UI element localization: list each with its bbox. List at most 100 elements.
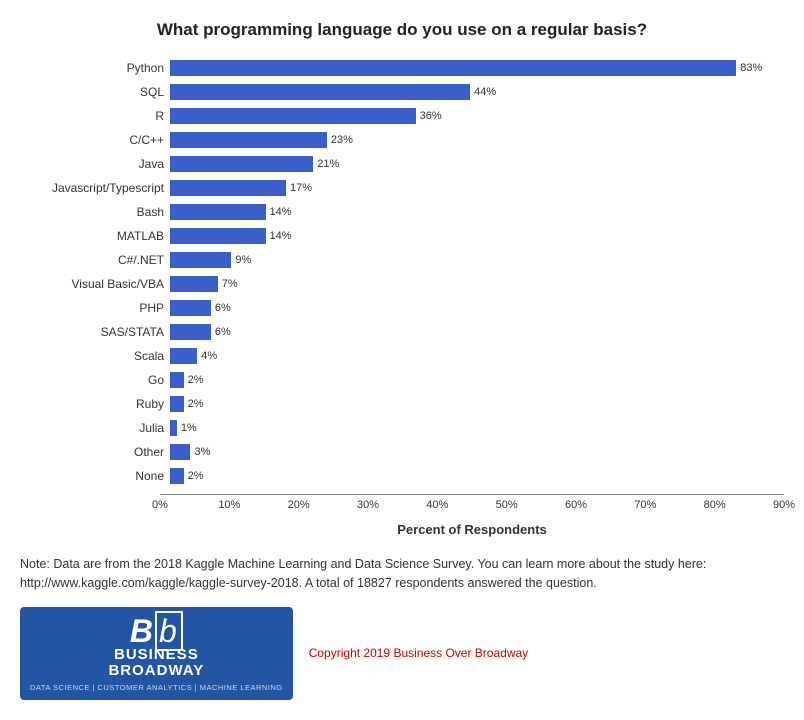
logo-line2: BROADWAY [108,663,204,680]
bar-value: 14% [270,230,292,242]
bar-container: 17% [170,179,784,197]
bar-label: Other [30,445,170,459]
bar [170,300,211,316]
bar-value: 21% [317,158,339,170]
bar-row: Visual Basic/VBA 7% [30,274,784,294]
bar-label: Go [30,373,170,387]
bar-row: Julia 1% [30,418,784,438]
chart-title: What programming language do you use on … [20,20,784,40]
bar-row: C/C++ 23% [30,130,784,150]
bar-value: 23% [331,134,353,146]
logo-initials: Bb [130,615,183,647]
bar-container: 2% [170,371,784,389]
bar-row: Bash 14% [30,202,784,222]
bar-label: Bash [30,205,170,219]
bar-container: 4% [170,347,784,365]
bar-row: Ruby2% [30,394,784,414]
chart-area: Python83%SQL44%R36%C/C++23%Java21%Javasc… [30,58,784,490]
logo-line1: BUSINESS [114,647,199,664]
bar-row: C#/.NET 9% [30,250,784,270]
bar [170,180,286,196]
bar-label: Visual Basic/VBA [30,277,170,291]
bar-row: PHP 6% [30,298,784,318]
bar-label: PHP [30,301,170,315]
x-tick: 10% [217,499,241,511]
bar-label: Javascript/Typescript [30,181,170,195]
bar-value: 6% [215,302,231,314]
bar [170,372,184,388]
x-tick: 20% [287,499,311,511]
bar-label: R [30,109,170,123]
bar-value: 7% [222,278,238,290]
bar-value: 6% [215,326,231,338]
bar-label: SAS/STATA [30,325,170,339]
bar-row: None 2% [30,466,784,486]
bar-label: C/C++ [30,133,170,147]
bar-label: Julia [30,421,170,435]
bar-container: 83% [170,59,784,77]
bar-container: 36% [170,107,784,125]
bar [170,228,266,244]
bar-container: 1% [170,419,784,437]
x-tick: 80% [703,499,727,511]
bar-container: 44% [170,83,784,101]
x-tick: 30% [356,499,380,511]
bar-value: 1% [181,422,197,434]
bar-row: Other 3% [30,442,784,462]
x-axis-label: Percent of Respondents [160,522,784,537]
bar-container: 2% [170,395,784,413]
bar-row: Javascript/Typescript 17% [30,178,784,198]
bar-row: SAS/STATA 6% [30,322,784,342]
x-tick: 70% [633,499,657,511]
x-tick: 0% [148,499,172,511]
bar-label: MATLAB [30,229,170,243]
note: Note: Data are from the 2018 Kaggle Mach… [20,555,780,593]
bar [170,444,190,460]
bar [170,84,470,100]
bar-label: None [30,469,170,483]
bar-container: 23% [170,131,784,149]
bar [170,204,266,220]
bar-value: 3% [194,446,210,458]
bar-container: 6% [170,323,784,341]
bar-container: 6% [170,299,784,317]
bar-container: 14% [170,203,784,221]
x-tick: 60% [564,499,588,511]
bar [170,252,231,268]
bar-value: 4% [201,350,217,362]
footer: Bb BUSINESS BROADWAY DATA SCIENCE | CUST… [20,607,784,700]
bar-label: C#/.NET [30,253,170,267]
bar-row: R36% [30,106,784,126]
bar-row: MATLAB 14% [30,226,784,246]
x-tick: 40% [425,499,449,511]
bar [170,156,313,172]
bar [170,396,184,412]
bar-container: 14% [170,227,784,245]
bar-container: 9% [170,251,784,269]
bar-value: 2% [188,470,204,482]
bar-label: Python [30,61,170,75]
bar [170,324,211,340]
bar-row: SQL44% [30,82,784,102]
bar [170,348,197,364]
bar [170,420,177,436]
bar [170,60,736,76]
bar [170,468,184,484]
bar-row: Go 2% [30,370,784,390]
logo: Bb BUSINESS BROADWAY DATA SCIENCE | CUST… [20,607,293,700]
bar [170,276,218,292]
bar-label: Ruby [30,397,170,411]
bar-container: 2% [170,467,784,485]
logo-tagline: DATA SCIENCE | CUSTOMER ANALYTICS | MACH… [30,683,283,692]
bar-value: 17% [290,182,312,194]
x-tick: 90% [772,499,796,511]
bar-value: 14% [270,206,292,218]
bar-label: Java [30,157,170,171]
bar-value: 2% [188,374,204,386]
bar [170,108,416,124]
bar-label: SQL [30,85,170,99]
x-axis: 0%10%20%30%40%50%60%70%80%90% [160,494,784,516]
bar-container: 21% [170,155,784,173]
bar-row: Python83% [30,58,784,78]
bar-value: 9% [235,254,251,266]
